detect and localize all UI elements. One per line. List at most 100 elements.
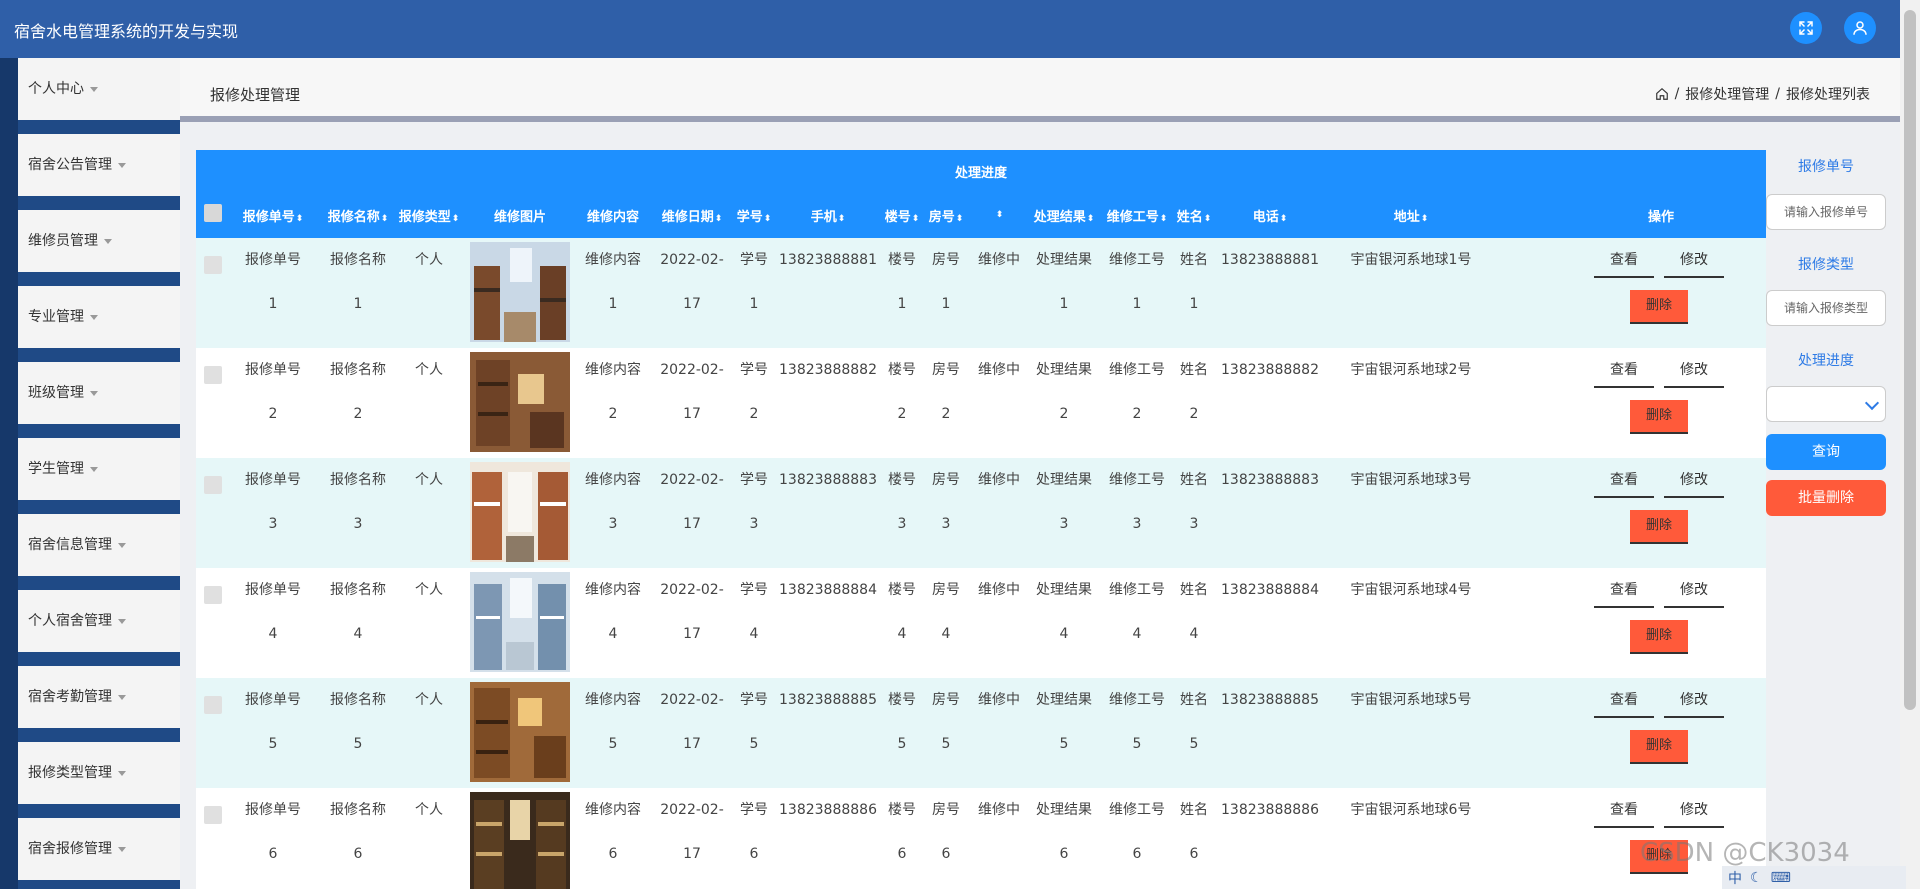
cell-room-2: 4 — [941, 626, 951, 642]
edit-button[interactable]: 修改 — [1664, 574, 1724, 608]
sidebar-item-dorm-repair[interactable]: 宿舍报修管理 — [18, 818, 180, 880]
caret-down-icon — [118, 694, 126, 700]
ime-mode: 中 — [1728, 870, 1742, 887]
view-button[interactable]: 查看 — [1594, 354, 1654, 388]
repair-photo[interactable] — [470, 682, 570, 782]
sidebar-item-personal-dorm[interactable]: 个人宿舍管理 — [18, 590, 180, 652]
repair-photo[interactable] — [470, 572, 570, 672]
sidebar-item-major[interactable]: 专业管理 — [18, 286, 180, 348]
cell-name-2: 3 — [353, 516, 363, 532]
search-type-input[interactable]: 请输入报修类型 — [1766, 290, 1886, 326]
col-header[interactable]: 处理结果⬍ — [1028, 206, 1100, 225]
search-no-input[interactable]: 请输入报修单号 — [1766, 194, 1886, 230]
view-button[interactable]: 查看 — [1594, 794, 1654, 828]
cell-name: 报修名称 — [330, 582, 386, 598]
scrollbar-thumb[interactable] — [1904, 10, 1916, 710]
edit-button[interactable]: 修改 — [1664, 354, 1724, 388]
cell-date-2: 17 — [683, 846, 701, 862]
sort-icon: ⬍ — [995, 210, 1004, 220]
edit-button[interactable]: 修改 — [1664, 684, 1724, 718]
cell-content: 维修内容 — [585, 802, 641, 818]
col-header[interactable]: 报修名称⬍ — [322, 206, 394, 225]
cell-result-2: 2 — [1059, 406, 1069, 422]
page-scrollbar[interactable] — [1900, 0, 1920, 889]
col-header[interactable]: 电话⬍ — [1220, 206, 1320, 225]
col-header[interactable]: 地址⬍ — [1326, 206, 1496, 225]
keyboard-icon: ⌨ — [1770, 869, 1791, 886]
cell-name-2: 5 — [353, 736, 363, 752]
sidebar-strip — [0, 58, 18, 889]
col-header[interactable]: 维修工号⬍ — [1102, 206, 1172, 225]
edit-button[interactable]: 修改 — [1664, 464, 1724, 498]
expand-icon — [1799, 21, 1813, 35]
sidebar-item-label: 维修员管理 — [28, 233, 98, 249]
row-checkbox[interactable] — [204, 256, 222, 274]
repair-table: 处理进度 报修单号⬍ 报修名称⬍ 报修类型⬍ 维修图片 维修内容 维修日期⬍ 学… — [196, 150, 1766, 889]
row-checkbox[interactable] — [204, 476, 222, 494]
repair-photo[interactable] — [470, 242, 570, 342]
col-header[interactable]: 房号⬍ — [922, 206, 970, 225]
search-progress-label: 处理进度 — [1798, 353, 1854, 369]
sidebar-item-class[interactable]: 班级管理 — [18, 362, 180, 424]
delete-button[interactable]: 删除 — [1630, 620, 1688, 654]
cell-student-id-2: 6 — [749, 846, 759, 862]
delete-button[interactable]: 删除 — [1630, 400, 1688, 434]
delete-button[interactable]: 删除 — [1630, 510, 1688, 544]
caret-down-icon — [90, 86, 98, 92]
view-button[interactable]: 查看 — [1594, 464, 1654, 498]
sort-icon: ⬍ — [911, 214, 920, 224]
row-checkbox[interactable] — [204, 586, 222, 604]
user-menu-button[interactable] — [1844, 12, 1876, 44]
col-header[interactable]: 姓名⬍ — [1172, 206, 1216, 225]
sidebar-item-personal-center[interactable]: 个人中心 — [18, 58, 180, 120]
col-header[interactable]: 手机⬍ — [778, 206, 878, 225]
batch-delete-button[interactable]: 批量删除 — [1766, 480, 1886, 516]
progress-select[interactable] — [1766, 386, 1886, 422]
sidebar-item-repair-type[interactable]: 报修类型管理 — [18, 742, 180, 804]
view-button[interactable]: 查看 — [1594, 244, 1654, 278]
row-checkbox[interactable] — [204, 696, 222, 714]
cell-worker-id: 维修工号 — [1109, 362, 1165, 378]
cell-date-2: 17 — [683, 406, 701, 422]
breadcrumb-item[interactable]: 报修处理管理 — [1685, 84, 1769, 104]
col-header[interactable]: 楼号⬍ — [878, 206, 926, 225]
col-header[interactable]: 报修类型⬍ — [396, 206, 462, 225]
sidebar-item-label: 学生管理 — [28, 461, 84, 477]
cell-worker-id: 维修工号 — [1109, 802, 1165, 818]
repair-photo[interactable] — [470, 352, 570, 452]
cell-worker-id-2: 3 — [1132, 516, 1142, 532]
repair-photo[interactable] — [470, 462, 570, 562]
repair-photo[interactable] — [470, 792, 570, 889]
cell-worker-id-2: 5 — [1132, 736, 1142, 752]
cell-name-2: 4 — [353, 626, 363, 642]
ime-toolbar[interactable]: 中 ☾ ⌨ — [1722, 866, 1906, 889]
col-header[interactable]: 维修日期⬍ — [654, 206, 730, 225]
fullscreen-button[interactable] — [1790, 12, 1822, 44]
query-button[interactable]: 查询 — [1766, 434, 1886, 470]
col-header[interactable]: ⬍ — [974, 206, 1024, 221]
delete-button[interactable]: 删除 — [1630, 730, 1688, 764]
cell-content-2: 1 — [608, 296, 618, 312]
edit-button[interactable]: 修改 — [1664, 794, 1724, 828]
sidebar-item-attendance[interactable]: 宿舍考勤管理 — [18, 666, 180, 728]
sidebar-item-announcement[interactable]: 宿舍公告管理 — [18, 134, 180, 196]
caret-down-icon — [90, 390, 98, 396]
delete-button[interactable]: 删除 — [1630, 290, 1688, 324]
home-icon[interactable] — [1655, 87, 1669, 101]
sidebar-item-student[interactable]: 学生管理 — [18, 438, 180, 500]
edit-button[interactable]: 修改 — [1664, 244, 1724, 278]
caret-down-icon — [90, 314, 98, 320]
sidebar-item-label: 个人宿舍管理 — [28, 613, 112, 629]
cell-student-id: 学号 — [740, 362, 768, 378]
col-header[interactable]: 报修单号⬍ — [242, 206, 304, 225]
cell-address: 宇宙银河系地球1号 — [1350, 252, 1472, 268]
sidebar-item-repairman[interactable]: 维修员管理 — [18, 210, 180, 272]
view-button[interactable]: 查看 — [1594, 684, 1654, 718]
col-header[interactable]: 学号⬍ — [730, 206, 778, 225]
cell-content-2: 6 — [608, 846, 618, 862]
row-checkbox[interactable] — [204, 806, 222, 824]
select-all-checkbox[interactable] — [204, 204, 222, 222]
sidebar-item-dorm-info[interactable]: 宿舍信息管理 — [18, 514, 180, 576]
row-checkbox[interactable] — [204, 366, 222, 384]
view-button[interactable]: 查看 — [1594, 574, 1654, 608]
